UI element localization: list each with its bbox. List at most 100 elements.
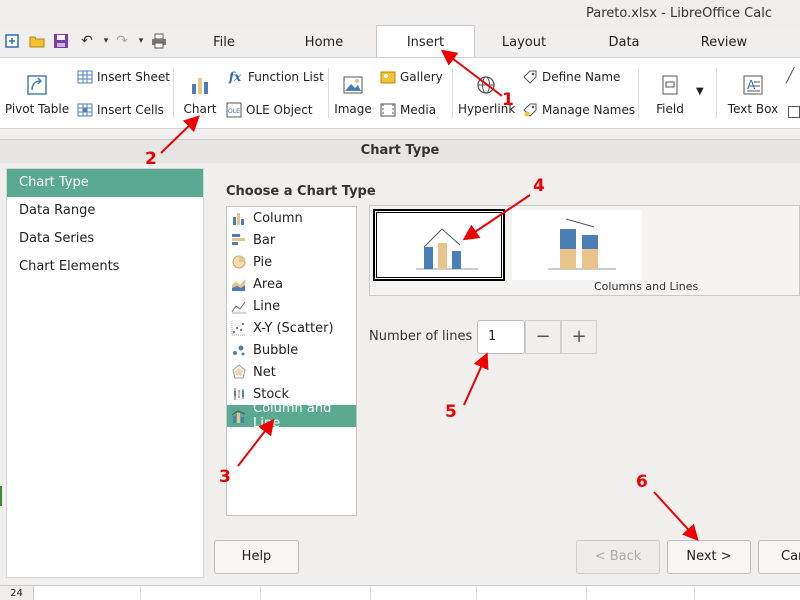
chevron-down-icon[interactable]: ▼ <box>696 86 704 97</box>
cancel-button[interactable]: Car <box>758 540 800 574</box>
media-icon <box>380 102 396 118</box>
chart-type-label: X-Y (Scatter) <box>253 320 334 336</box>
line-tool-icon[interactable]: ╱ <box>786 68 794 84</box>
step-chart-elements[interactable]: Chart Elements <box>7 253 203 281</box>
variant-columns-and-lines[interactable] <box>373 209 505 281</box>
field-label: Field <box>656 102 684 116</box>
tab-insert[interactable]: Insert <box>376 25 475 58</box>
ribbon-separator <box>638 68 639 118</box>
chart-type-label: Line <box>253 298 281 314</box>
increment-button[interactable]: + <box>561 320 597 354</box>
define-name-button[interactable]: Define Name <box>522 69 620 85</box>
tab-layout[interactable]: Layout <box>480 30 568 56</box>
field-icon <box>650 72 690 98</box>
print-icon[interactable] <box>149 30 169 52</box>
shape-tool-icon[interactable] <box>788 106 800 118</box>
column-divider <box>370 586 371 600</box>
insert-sheet-label: Insert Sheet <box>97 70 170 84</box>
insert-sheet-button[interactable]: Insert Sheet <box>77 69 170 85</box>
chevron-down-icon[interactable]: ▾ <box>131 30 151 52</box>
chart-type-xy-scatter[interactable]: X-Y (Scatter) <box>227 317 356 339</box>
image-button[interactable]: Image <box>334 72 372 116</box>
media-label: Media <box>400 103 437 117</box>
chart-type-net[interactable]: Net <box>227 361 356 383</box>
column-divider <box>140 586 141 600</box>
bubble-chart-icon <box>231 342 247 358</box>
ole-object-label: OLE Object <box>246 103 313 117</box>
new-icon[interactable] <box>2 30 22 52</box>
tab-file[interactable]: File <box>180 30 268 56</box>
chart-type-label: Bubble <box>253 342 299 358</box>
define-name-label: Define Name <box>542 70 621 84</box>
bar-chart-icon <box>231 232 247 248</box>
columns-and-lines-preview-icon <box>416 228 478 270</box>
ribbon-separator <box>328 68 329 118</box>
annotation-number-6: 6 <box>636 472 648 492</box>
step-data-series[interactable]: Data Series <box>7 225 203 253</box>
chart-type-area[interactable]: Area <box>227 273 356 295</box>
annotation-arrow <box>653 491 699 541</box>
field-button[interactable]: Field <box>650 72 690 116</box>
ole-object-button[interactable]: OLE OLE Object <box>226 102 313 118</box>
chart-button[interactable]: Chart <box>180 72 220 116</box>
pivot-table-icon <box>4 72 70 98</box>
manage-names-label: Manage Names <box>542 103 636 117</box>
chart-type-label: Column and Line <box>253 401 332 431</box>
help-button[interactable]: Help <box>214 540 299 574</box>
insert-cells-icon <box>77 102 93 118</box>
back-button[interactable]: < Back <box>576 540 660 574</box>
chart-type-label: Stock <box>253 386 289 402</box>
text-box-button[interactable]: A Text Box <box>726 72 780 116</box>
svg-text:A: A <box>747 78 756 92</box>
pivot-table-label: Pivot Table <box>4 102 70 116</box>
insert-sheet-icon <box>77 69 93 85</box>
annotation-arrow <box>463 352 489 406</box>
ribbon-separator <box>452 68 453 118</box>
decrement-button[interactable]: − <box>525 320 561 354</box>
insert-cells-button[interactable]: Insert Cells <box>77 102 164 118</box>
step-chart-type[interactable]: Chart Type <box>7 169 203 197</box>
column-divider <box>586 586 587 600</box>
area-chart-icon <box>231 276 247 292</box>
svg-text:OLE: OLE <box>228 108 240 115</box>
column-divider <box>694 586 695 600</box>
chart-type-pie[interactable]: Pie <box>227 251 356 273</box>
save-icon[interactable] <box>51 30 71 52</box>
dialog-title: Chart Type <box>0 139 800 163</box>
function-list-button[interactable]: fx Function List <box>226 69 324 85</box>
spreadsheet-grid: 24 <box>0 585 800 600</box>
redo-icon[interactable]: ↷ <box>112 30 132 52</box>
ribbon-insert: Pivot Table Insert Sheet Insert Cells Ch… <box>0 57 800 129</box>
tab-home[interactable]: Home <box>280 30 368 56</box>
manage-names-button[interactable]: Manage Names <box>522 102 635 118</box>
open-folder-icon[interactable] <box>27 30 47 52</box>
annotation-number-3: 3 <box>219 467 231 487</box>
chart-type-column-and-line[interactable]: Column and Line <box>227 401 356 431</box>
chart-type-list: Column Bar Pie Area Line X-Y (Scatter) B… <box>226 206 357 516</box>
chart-variant-panel <box>369 205 800 296</box>
media-button[interactable]: Media <box>380 102 436 118</box>
number-of-lines-input[interactable]: 1 <box>477 320 525 354</box>
chart-type-column[interactable]: Column <box>227 207 356 229</box>
gallery-label: Gallery <box>400 70 443 84</box>
undo-icon[interactable]: ↶ <box>77 30 97 52</box>
chart-type-line[interactable]: Line <box>227 295 356 317</box>
pivot-table-button[interactable]: Pivot Table <box>4 72 70 116</box>
annotation-number-1: 1 <box>502 90 514 110</box>
chart-type-label: Bar <box>253 232 276 248</box>
annotation-number-4: 4 <box>533 176 545 196</box>
image-icon <box>334 72 372 98</box>
tab-data[interactable]: Data <box>580 30 668 56</box>
chart-type-label: Column <box>253 210 303 226</box>
tab-review[interactable]: Review <box>680 30 768 56</box>
gallery-button[interactable]: Gallery <box>380 69 443 85</box>
variant-stacked-columns-and-lines[interactable] <box>512 210 642 280</box>
chart-label: Chart <box>183 102 217 116</box>
annotation-number-5: 5 <box>445 402 457 422</box>
tag-icon <box>522 69 538 85</box>
next-button[interactable]: Next > <box>667 540 751 574</box>
chart-type-bar[interactable]: Bar <box>227 229 356 251</box>
insert-cells-label: Insert Cells <box>97 103 164 117</box>
chart-type-bubble[interactable]: Bubble <box>227 339 356 361</box>
step-data-range[interactable]: Data Range <box>7 197 203 225</box>
